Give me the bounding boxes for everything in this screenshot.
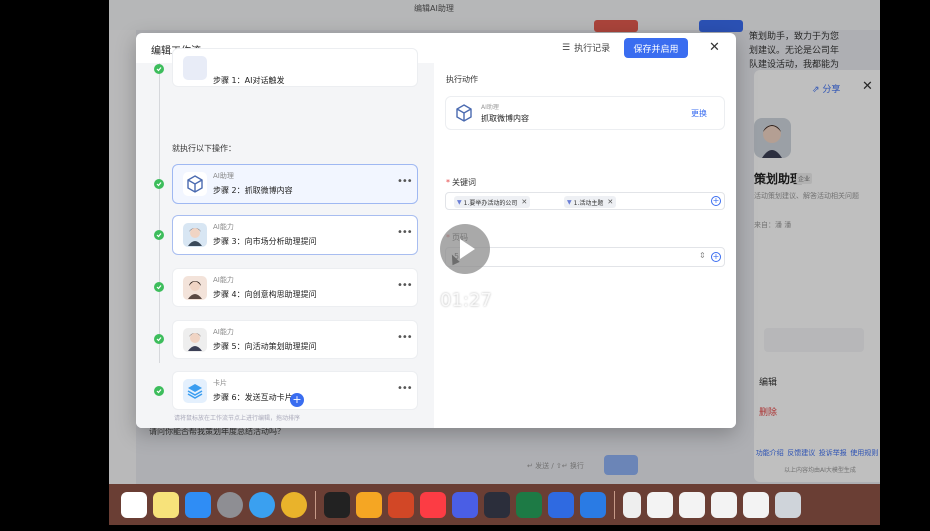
more-options-icon[interactable]: ••• <box>397 280 413 291</box>
workflow-editor-modal: 编辑工作流 ☰ 执行记录 保存并启用 ✕ 步骤 1：AI对话触发 就执行以下操作… <box>136 33 736 428</box>
assistant-avatar-icon <box>183 328 207 352</box>
variable-icon: ▼ <box>457 198 462 206</box>
action-type: AI助理 <box>481 104 499 111</box>
more-options-icon[interactable]: ••• <box>397 176 413 187</box>
close-icon[interactable]: ✕ <box>709 40 720 55</box>
step-name: 步骤 2：抓取微博内容 <box>213 186 293 195</box>
keyword-field-label: * 关键词 <box>446 178 476 187</box>
step-complete-check-icon <box>154 64 164 74</box>
music-icon[interactable] <box>420 491 446 518</box>
keyword-tag-label: 1.要举办活动的公司 <box>463 199 518 207</box>
remove-tag-icon[interactable]: ✕ <box>521 198 527 206</box>
ai-chat-icon <box>183 56 207 80</box>
add-variable-icon[interactable]: + <box>711 252 721 262</box>
cube-icon <box>454 103 474 127</box>
editor-hint: 请将鼠标放在工作流节点上进行编辑，拖动排序 <box>174 415 301 422</box>
add-variable-icon[interactable]: + <box>711 196 721 206</box>
window-thumbnail-icon[interactable] <box>743 491 769 518</box>
execution-log-button[interactable]: ☰ 执行记录 <box>562 41 611 55</box>
step-name: 步骤 3：向市场分析助理提问 <box>213 237 317 246</box>
window-thumbnail-icon[interactable] <box>679 491 705 518</box>
window-thumbnail-icon[interactable] <box>647 491 673 518</box>
dock-separator <box>614 490 615 519</box>
workflow-step-4[interactable]: AI能力 步骤 4：向创意构思助理提问 ••• <box>172 268 418 307</box>
layers-card-icon <box>183 379 207 403</box>
terminal-icon[interactable] <box>324 491 350 518</box>
action-heading: 执行动作 <box>446 75 478 84</box>
workflow-step-3[interactable]: AI能力 步骤 3：向市场分析助理提问 ••• <box>172 215 418 255</box>
change-action-button[interactable]: 更换 <box>691 108 707 119</box>
step-complete-check-icon <box>154 230 164 240</box>
keyword-label-text: 关键词 <box>452 178 476 187</box>
trash-icon[interactable] <box>775 491 801 518</box>
step-complete-check-icon <box>154 282 164 292</box>
more-options-icon[interactable]: ••• <box>397 383 413 394</box>
workflow-step-5[interactable]: AI能力 步骤 5：向活动策划助理提问 ••• <box>172 320 418 359</box>
step-type: AI能力 <box>213 223 234 231</box>
notes-icon[interactable] <box>153 491 179 518</box>
action-name: 抓取微博内容 <box>481 114 529 123</box>
chrome-icon[interactable] <box>281 491 307 518</box>
video-frame: 编辑AI助理 策划助手，致力于为您 划建议。无论是公司年 队建设活动，我都能为 … <box>0 0 930 531</box>
vpn-icon[interactable] <box>452 491 478 518</box>
section-label: 就执行以下操作： <box>172 144 236 153</box>
keyword-tag: ▼ 1.活动主题 ✕ <box>564 196 617 208</box>
list-icon: ☰ <box>562 42 571 53</box>
step-type: 卡片 <box>213 379 227 387</box>
step-type: AI能力 <box>213 328 234 336</box>
step-name: 步骤 4：向创意构思助理提问 <box>213 290 317 299</box>
stepper-arrows-icon[interactable]: ⇕ <box>699 251 706 260</box>
cube-icon <box>183 172 207 196</box>
calendar-icon[interactable] <box>121 491 147 518</box>
step-complete-check-icon <box>154 334 164 344</box>
more-options-icon[interactable]: ••• <box>397 227 413 238</box>
document-icon[interactable] <box>623 491 641 518</box>
step-name: 步骤 5：向活动策划助理提问 <box>213 342 317 351</box>
action-card: AI助理 抓取微博内容 更换 <box>445 96 725 130</box>
add-step-button[interactable]: + <box>290 393 304 407</box>
workflow-steps-pane: 步骤 1：AI对话触发 就执行以下操作： AI助理 步骤 2：抓取微博内容 ••… <box>136 48 434 428</box>
save-and-enable-button[interactable]: 保存并启用 <box>624 38 688 58</box>
dock-separator <box>315 490 316 519</box>
step-type: AI助理 <box>213 172 234 180</box>
feishu-icon[interactable] <box>580 491 606 518</box>
step-complete-check-icon <box>154 179 164 189</box>
keyword-tag-label: 1.活动主题 <box>573 199 604 207</box>
sketch-icon[interactable] <box>356 491 382 518</box>
workflow-step-2[interactable]: AI助理 步骤 2：抓取微博内容 ••• <box>172 164 418 204</box>
step-type: AI能力 <box>213 276 234 284</box>
shield-app-icon[interactable] <box>548 491 574 518</box>
window-thumbnail-icon[interactable] <box>711 491 737 518</box>
macos-dock <box>109 484 880 525</box>
keyword-tag: ▼ 1.要举办活动的公司 ✕ <box>454 196 531 208</box>
electron-icon[interactable] <box>484 491 510 518</box>
workflow-step-1[interactable]: 步骤 1：AI对话触发 <box>172 48 418 87</box>
more-options-icon[interactable]: ••• <box>397 332 413 343</box>
step-name: 步骤 1：AI对话触发 <box>213 76 285 85</box>
execution-log-label: 执行记录 <box>574 44 611 54</box>
video-timestamp: 01:27 <box>440 290 492 311</box>
variable-icon: ▼ <box>567 198 572 206</box>
assistant-avatar-icon <box>183 276 207 300</box>
keyword-input[interactable]: ▼ 1.要举办活动的公司 ✕ ▼ 1.活动主题 ✕ + <box>445 192 725 210</box>
play-button[interactable] <box>440 224 490 274</box>
powerpoint-icon[interactable] <box>388 491 414 518</box>
step-complete-check-icon <box>154 386 164 396</box>
workflow-connector-line <box>159 63 160 363</box>
settings-icon[interactable] <box>217 491 243 518</box>
step-name: 步骤 6：发送互动卡片 <box>213 393 293 402</box>
screen: 编辑AI助理 策划助手，致力于为您 划建议。无论是公司年 队建设活动，我都能为 … <box>109 0 880 525</box>
excel-icon[interactable] <box>516 491 542 518</box>
remove-tag-icon[interactable]: ✕ <box>607 198 613 206</box>
assistant-avatar-icon <box>183 223 207 247</box>
app-store-icon[interactable] <box>185 491 211 518</box>
safari-icon[interactable] <box>249 491 275 518</box>
